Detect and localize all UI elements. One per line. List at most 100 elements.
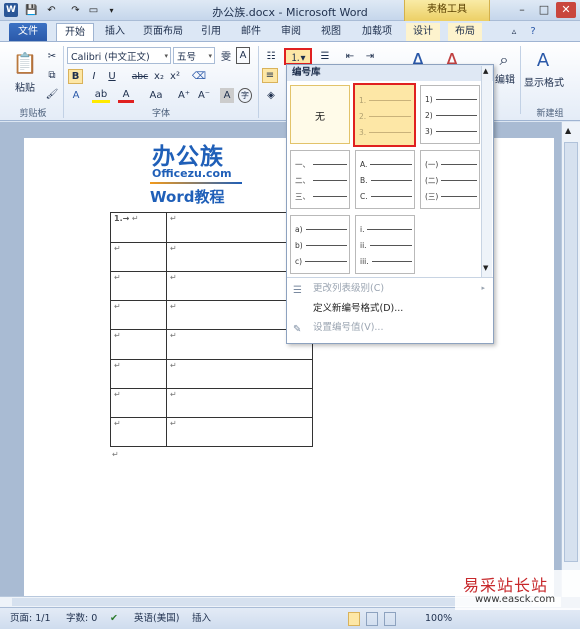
scroll-thumb[interactable] — [12, 598, 532, 606]
show-format-icon[interactable]: A — [528, 46, 558, 74]
table-row: 1.→ ↵ ↵ — [110, 211, 313, 244]
numbering-upper-alpha-option[interactable]: A. B. C. — [355, 150, 415, 209]
menu-item-label: 更改列表级别(C) — [313, 283, 385, 294]
none-label: 无 — [315, 112, 325, 123]
tab-design[interactable]: 设计 — [406, 23, 440, 42]
tab-addins[interactable]: 加载项 — [356, 23, 398, 42]
close-button[interactable]: ✕ — [556, 2, 576, 18]
dropdown-scrollbar[interactable]: ▲ ▼ — [481, 66, 492, 277]
text-effects-icon[interactable]: A — [68, 88, 84, 103]
subscript-button[interactable]: x₂ — [152, 69, 166, 84]
tab-view[interactable]: 视图 — [316, 23, 346, 42]
table-cell[interactable]: ↵ — [110, 358, 167, 389]
insert-mode-status[interactable]: 插入 — [192, 612, 211, 626]
word-window: W 💾 ↶ ↷ ▭ ▾ 办公族.docx - Microsoft Word 表格… — [0, 0, 580, 629]
vertical-scrollbar[interactable]: ▲ — [561, 122, 580, 597]
scroll-thumb[interactable] — [564, 142, 578, 562]
numbering-button[interactable]: ⒈▾ — [284, 48, 312, 65]
reading-layout-icon[interactable] — [366, 612, 378, 626]
copy-icon[interactable]: ⧉ — [44, 68, 60, 82]
numbering-value-icon: ✎ — [293, 324, 302, 335]
tab-review[interactable]: 审阅 — [276, 23, 306, 42]
paste-button[interactable]: 粘贴 — [6, 80, 44, 94]
char-shading-button[interactable]: A — [220, 88, 234, 103]
table-cell[interactable]: ↵ — [110, 329, 167, 360]
zoom-level[interactable]: 100% — [425, 612, 452, 626]
logo-subtitle: Word教程 — [150, 188, 225, 206]
table-cell[interactable]: ↵ — [110, 387, 167, 418]
change-list-level-item[interactable]: ☰ 更改列表级别(C) ▸ — [287, 279, 493, 298]
bullets-icon[interactable]: ☷ — [262, 48, 280, 65]
numbering-decimal-option[interactable]: 1. 2. 3. — [353, 83, 416, 147]
bold-button[interactable]: B — [68, 69, 83, 84]
shrink-font-button[interactable]: A⁻ — [196, 88, 212, 103]
clear-format-icon[interactable]: ⌫ — [190, 69, 208, 84]
format-painter-icon[interactable]: 🖌 — [44, 87, 60, 101]
tab-file[interactable]: 文件 — [9, 23, 47, 42]
paste-icon[interactable]: 📋 — [6, 46, 44, 80]
scroll-up-icon[interactable]: ▲ — [483, 67, 488, 75]
superscript-button[interactable]: x² — [168, 69, 182, 84]
font-name-select[interactable]: Calibri (中文正文) ▾ — [67, 47, 171, 64]
decrease-indent-icon[interactable]: ⇤ — [342, 48, 358, 65]
table-cell[interactable]: ↵ — [110, 242, 167, 273]
char-border-button[interactable]: A — [236, 47, 250, 64]
minimize-ribbon-icon[interactable]: ▵ — [508, 23, 520, 42]
font-color-button[interactable]: A — [118, 88, 134, 103]
underline-button[interactable]: U — [105, 69, 119, 84]
table-cell[interactable]: ↵ — [110, 271, 167, 302]
table-cell[interactable]: 1.→ ↵ — [110, 211, 167, 244]
grow-font-button[interactable]: A⁺ — [176, 88, 192, 103]
show-format-button[interactable]: 显示格式 — [520, 75, 568, 89]
document-table[interactable]: 1.→ ↵ ↵ ↵ ↵ ↵ ↵ ↵ ↵ ↵ ↵ ↵ ↵ ↵ ↵ ↵ ↵ — [110, 211, 313, 448]
word-count[interactable]: 字数: 0 — [66, 612, 97, 626]
numbering-library-dropdown: 编号库 无 1. 2. 3. 1) 2) 3) 一、 二、 三、 A. B. C… — [286, 64, 494, 344]
numbering-chinese-paren-option[interactable]: (一) (二) (三) — [420, 150, 480, 209]
language-status[interactable]: 英语(美国) — [134, 612, 179, 626]
tab-home[interactable]: 开始 — [56, 23, 94, 42]
change-case-button[interactable]: Aa — [146, 88, 166, 103]
table-tools-context-label: 表格工具 — [404, 0, 490, 21]
phonetic-guide-button[interactable]: 雯 — [218, 47, 234, 64]
numbering-lower-roman-option[interactable]: i. ii. iii. — [355, 215, 415, 274]
numbering-lower-alpha-option[interactable]: a) b) c) — [290, 215, 350, 274]
tab-layout[interactable]: 布局 — [448, 23, 482, 42]
font-size-select[interactable]: 五号 ▾ — [173, 47, 215, 64]
shading-icon[interactable]: ◈ — [262, 88, 280, 103]
proofing-icon[interactable]: ✔ — [110, 612, 118, 626]
edit-button[interactable]: 编辑 — [490, 72, 520, 86]
define-new-number-format-item[interactable]: 定义新编号格式(D)... — [287, 299, 493, 318]
tab-page-layout[interactable]: 页面布局 — [138, 23, 188, 42]
numbering-paren-option[interactable]: 1) 2) 3) — [420, 85, 480, 144]
numbering-chinese-comma-option[interactable]: 一、 二、 三、 — [290, 150, 350, 209]
maximize-button[interactable]: □ — [534, 2, 554, 18]
table-cell[interactable]: ↵ — [166, 387, 313, 418]
italic-button[interactable]: I — [87, 69, 101, 84]
table-cell[interactable]: ↵ — [166, 416, 313, 448]
scroll-down-icon[interactable]: ▼ — [483, 264, 488, 272]
highlight-button[interactable]: ab — [92, 88, 110, 103]
tab-insert[interactable]: 插入 — [100, 23, 130, 42]
table-cell[interactable]: ↵ — [166, 358, 313, 389]
table-cell[interactable]: ↵ — [110, 416, 167, 448]
numbering-none-option[interactable]: 无 — [290, 85, 350, 144]
list-marker: ii. — [360, 240, 367, 250]
group-divider — [258, 46, 259, 118]
align-left-icon[interactable]: ≡ — [262, 68, 278, 83]
cut-icon[interactable]: ✂ — [44, 49, 60, 63]
scroll-up-icon[interactable]: ▲ — [565, 126, 571, 135]
print-layout-icon[interactable] — [348, 612, 360, 626]
enclose-char-icon[interactable]: 字 — [238, 88, 252, 103]
page-count[interactable]: 页面: 1/1 — [10, 612, 51, 626]
tab-references[interactable]: 引用 — [196, 23, 226, 42]
minimize-button[interactable]: – — [512, 2, 532, 18]
tab-mailings[interactable]: 邮件 — [236, 23, 266, 42]
multilevel-list-icon[interactable]: ☰ — [316, 48, 334, 65]
set-numbering-value-item[interactable]: ✎ 设置编号值(V)... — [287, 318, 493, 337]
font-size-value: 五号 — [177, 51, 197, 63]
table-cell[interactable]: ↵ — [110, 300, 167, 331]
strikethrough-button[interactable]: abc — [130, 69, 150, 84]
help-icon[interactable]: ? — [526, 23, 540, 42]
increase-indent-icon[interactable]: ⇥ — [362, 48, 378, 65]
web-layout-icon[interactable] — [384, 612, 396, 626]
